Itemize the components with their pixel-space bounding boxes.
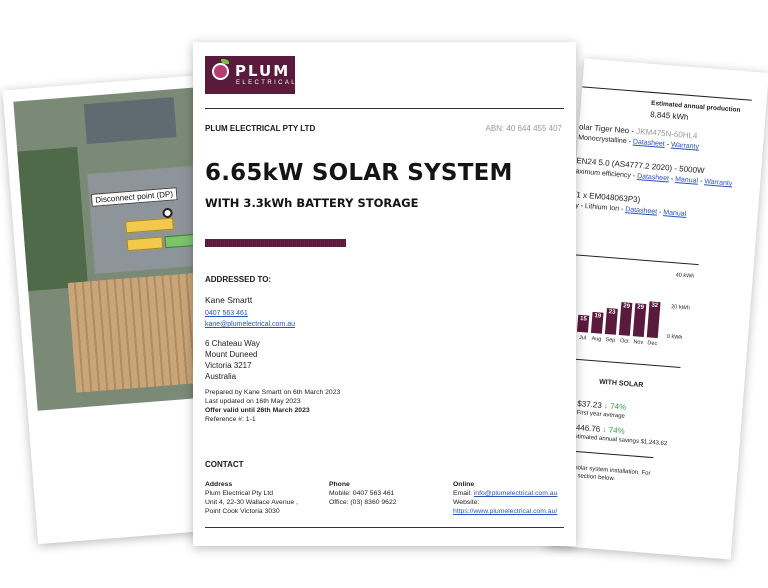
logo-wordmark: PLUM [235, 62, 291, 80]
divider [568, 253, 699, 266]
proposal-cover-page: PLUM ELECTRICAL PLUM ELECTRICAL PTY LTD … [193, 42, 576, 546]
offer-valid: Offer valid until 26th March 2023 [205, 407, 310, 414]
chart-month-label: Aug [591, 335, 602, 343]
client-country: Australia [205, 372, 237, 381]
grass-area [17, 146, 89, 292]
plum-icon [212, 63, 229, 80]
manual-link[interactable]: Manual [675, 176, 698, 185]
chart-month-label: Oct [619, 338, 629, 345]
chart-bar: 15 [576, 314, 590, 333]
datasheet-link[interactable]: Datasheet [637, 173, 669, 182]
chart-bar: 23 [604, 308, 618, 335]
abn-number: ABN: 40 644 455 407 [485, 124, 562, 133]
accent-bar [205, 239, 346, 247]
company-email-link[interactable]: info@plumelectrical.com.au [474, 490, 558, 497]
chart-axis-top: 40 kWh [675, 272, 695, 280]
divider [560, 357, 681, 368]
prepared-by: Prepared by Kane Smartt on 6th March 202… [205, 389, 341, 396]
chart-month-label: Dec [647, 340, 658, 348]
chart-bar: 32 [646, 301, 661, 339]
battery-links: ry - Lithium Ion - Datasheet - Manual [572, 202, 687, 218]
contact-phone: Phone Mobile: 0407 563 461 Office: (03) … [329, 481, 397, 506]
manual-link[interactable]: Manual [663, 209, 686, 218]
page-title: 6.65kW SOLAR SYSTEM [205, 160, 513, 186]
production-chart: 14151923292932 [563, 286, 706, 342]
chart-month-label: Sep [605, 337, 616, 344]
client-email-link[interactable]: kane@plumelectrical.com.au [205, 319, 295, 328]
datasheet-link[interactable]: Datasheet [625, 206, 657, 215]
monthly-average-label: First year average [576, 409, 626, 420]
plum-logo: PLUM ELECTRICAL [205, 56, 295, 94]
last-updated: Last updated on 16th May 2023 [205, 398, 301, 405]
client-phone-link[interactable]: 0407 563 461 [205, 308, 248, 317]
annual-savings-label: Estimated annual savings $1,243.62 [570, 433, 668, 448]
contact-address: Address Plum Electrical Pty Ltd Unit 4, … [205, 481, 298, 515]
warranty-link[interactable]: Warranty [671, 142, 700, 151]
contact-online: Online Email: info@plumelectrical.com.au… [453, 481, 558, 515]
chart-month-label: Nov [633, 339, 644, 346]
with-solar-heading: WITH SOLAR [598, 378, 644, 390]
chart-bar: 29 [618, 302, 633, 336]
chart-bar: 29 [632, 303, 647, 338]
datasheet-link[interactable]: Datasheet [633, 139, 665, 148]
client-name: Kane Smartt [205, 295, 253, 305]
client-state: Victoria 3217 [205, 361, 252, 370]
client-street: 6 Chateau Way [205, 339, 260, 348]
divider [582, 86, 752, 101]
footer-divider [205, 527, 564, 528]
production-value: 8,845 kWh [649, 109, 689, 122]
chart-month-label: Jul [578, 334, 587, 342]
addressed-to-heading: ADDRESSED TO: [205, 275, 272, 284]
reference-number: Reference #: 1-1 [205, 416, 256, 423]
page-subtitle: WITH 3.3kWh BATTERY STORAGE [205, 196, 419, 210]
warranty-link[interactable]: Warranty [704, 178, 733, 187]
leaf-icon [221, 59, 229, 64]
neighbour-roof [83, 97, 177, 145]
logo-subtext: ELECTRICAL [236, 80, 298, 86]
report-page: Estimated annual production 8,845 kWh ol… [546, 58, 768, 560]
company-website-link[interactable]: https://www.plumelectrical.com.au/ [453, 508, 557, 515]
contact-heading: CONTACT [205, 460, 244, 469]
aerial-photo: Disconnect point (DP) [13, 87, 220, 411]
client-suburb: Mount Duneed [205, 350, 258, 359]
header-divider [205, 108, 564, 109]
chart-bar: 19 [590, 311, 604, 334]
company-name: PLUM ELECTRICAL PTY LTD [205, 124, 316, 133]
